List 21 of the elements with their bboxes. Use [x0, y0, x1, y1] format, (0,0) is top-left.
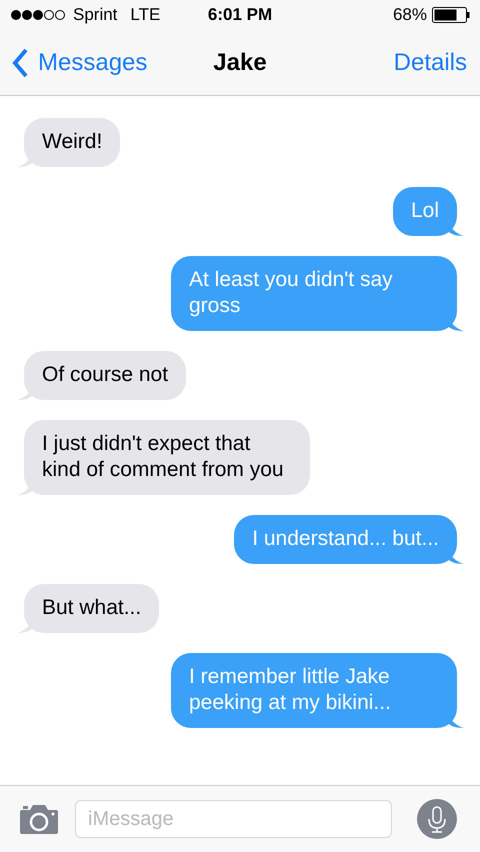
contact-name: Jake	[213, 48, 267, 76]
received-message: Weird!	[24, 118, 120, 167]
received-message: Of course not	[24, 351, 186, 400]
chevron-icon	[12, 48, 28, 78]
battery-icon	[432, 7, 470, 23]
sent-message: Lol	[392, 187, 457, 236]
back-button[interactable]: Messages	[12, 48, 148, 78]
carrier-name: Sprint	[73, 5, 118, 25]
sent-message: I remember little Jake peeking at my bikini...	[171, 653, 457, 728]
camera-icon[interactable]	[20, 804, 58, 834]
sent-message: I understand... but...	[234, 515, 457, 564]
network-type: LTE	[130, 5, 160, 25]
battery-percent: 68%	[392, 5, 427, 25]
clock: 6:01 PM	[208, 5, 272, 25]
details-link[interactable]: Details	[394, 48, 467, 76]
sent-message: At least you didn't say gross	[171, 256, 457, 331]
signal-icon	[10, 9, 68, 21]
message-field[interactable]: iMessage	[75, 800, 392, 838]
microphone-icon[interactable]	[417, 799, 457, 839]
received-message: But what...	[24, 584, 160, 633]
received-message: I just didn't expect that kind of comment from you	[24, 420, 310, 495]
